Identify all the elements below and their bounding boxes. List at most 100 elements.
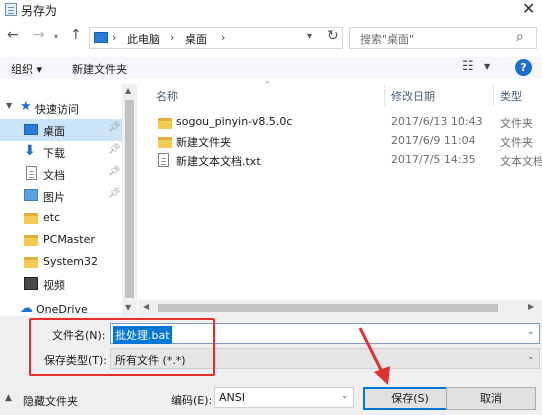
breadcrumb-separator-icon[interactable]: › xyxy=(221,31,225,44)
recent-chevron-icon[interactable]: ▾ xyxy=(54,32,58,41)
document-icon xyxy=(26,166,37,180)
file-row[interactable]: 新建文本文档.txt 2017/7/5 14:35 文本文档 xyxy=(138,150,542,170)
sidebar-item-pictures[interactable]: 图片 📌︎ xyxy=(0,185,122,207)
pin-icon[interactable]: 📌︎ xyxy=(108,122,121,133)
file-row[interactable]: sogou_pinyin-v8.5.0c 2017/6/13 10:43 文件夹 xyxy=(138,112,542,132)
column-header-type[interactable]: 类型 xyxy=(500,88,522,104)
column-divider[interactable] xyxy=(493,84,494,106)
sidebar-item-label: 图片 xyxy=(43,191,65,204)
file-name: sogou_pinyin-v8.5.0c xyxy=(176,115,293,128)
sidebar-item-desktop[interactable]: 桌面 📌︎ xyxy=(0,119,122,141)
up-arrow-icon[interactable]: ↑ xyxy=(70,27,82,43)
file-type: 文件夹 xyxy=(500,136,533,149)
title-bar: 另存为 ✕ xyxy=(0,0,542,20)
pin-icon[interactable]: 📌︎ xyxy=(108,144,121,155)
scroll-up-icon[interactable]: ▲ xyxy=(125,86,131,95)
annotation-arrow-icon xyxy=(358,327,390,385)
help-icon[interactable]: ? xyxy=(515,59,532,76)
back-arrow-icon[interactable]: ← xyxy=(7,27,19,43)
window-title: 另存为 xyxy=(21,4,58,18)
folder-icon xyxy=(24,257,38,268)
search-icon[interactable]: ⌕ xyxy=(516,29,524,45)
pin-icon[interactable]: 📌︎ xyxy=(108,166,121,177)
organize-button[interactable]: 组织 ▾ xyxy=(11,61,42,77)
sidebar-item-quick-access[interactable]: ▼ ★ 快速访问 xyxy=(0,97,122,119)
breadcrumb-this-pc[interactable]: 此电脑 xyxy=(127,31,160,47)
new-folder-button[interactable]: 新建文件夹 xyxy=(72,61,127,77)
filename-dropdown-icon[interactable]: ⌄ xyxy=(527,327,535,337)
encoding-dropdown-icon[interactable]: ⌄ xyxy=(341,391,349,401)
sidebar-item-pcmaster[interactable]: PCMaster xyxy=(0,229,122,251)
sidebar-item-label: PCMaster xyxy=(43,233,95,246)
picture-icon xyxy=(24,189,38,201)
breadcrumb-separator-icon[interactable]: › xyxy=(112,31,116,44)
view-options-icon[interactable]: ☷ xyxy=(462,59,474,74)
sidebar-item-documents[interactable]: 文档 📌︎ xyxy=(0,163,122,185)
file-list: 名称 修改日期 类型 sogou_pinyin-v8.5.0c 2017/6/1… xyxy=(138,84,542,316)
encoding-label: 编码(E): xyxy=(171,394,213,407)
sidebar-item-onedrive[interactable]: ☁ OneDrive xyxy=(0,299,122,317)
pin-icon[interactable]: 📌︎ xyxy=(108,188,121,199)
column-header-date[interactable]: 修改日期 xyxy=(391,88,435,104)
forward-arrow-icon[interactable]: → xyxy=(33,27,45,43)
encoding-value: ANSI xyxy=(219,391,245,404)
file-name: 新建文件夹 xyxy=(176,136,231,149)
address-bar[interactable]: › 此电脑 › 桌面 › xyxy=(89,27,343,49)
sidebar-item-downloads[interactable]: ⬇ 下载 📌︎ xyxy=(0,141,122,163)
sidebar-item-label: 视频 xyxy=(43,279,65,292)
folder-icon xyxy=(158,118,172,129)
search-box[interactable]: 搜索"桌面" ⌕ xyxy=(349,27,537,49)
download-icon: ⬇ xyxy=(24,143,36,159)
collapse-chevron-icon[interactable]: ▲ xyxy=(5,393,12,403)
sidebar-item-label: 桌面 xyxy=(43,125,65,138)
text-file-icon xyxy=(158,153,169,167)
sidebar-item-label: 文档 xyxy=(43,169,65,182)
scroll-right-icon[interactable]: ▶ xyxy=(528,302,534,311)
command-toolbar: 组织 ▾ 新建文件夹 ☷ ▼ ? xyxy=(0,57,542,79)
encoding-select[interactable]: ANSI ⌄ xyxy=(214,387,354,408)
breadcrumb-separator-icon[interactable]: › xyxy=(170,31,174,44)
sidebar-item-label: 下载 xyxy=(43,147,65,160)
sidebar-item-label: OneDrive xyxy=(36,303,88,316)
file-modified: 2017/6/13 10:43 xyxy=(391,115,483,128)
cancel-button[interactable]: 取消 xyxy=(446,387,536,410)
scroll-down-icon[interactable]: ▼ xyxy=(125,303,131,312)
navigation-pane: ▼ ★ 快速访问 桌面 📌︎ ⬇ 下载 📌︎ 文档 📌︎ 图片 📌︎ etc P… xyxy=(0,84,137,316)
scroll-left-icon[interactable]: ◀ xyxy=(143,302,149,311)
save-dialog-icon xyxy=(5,3,17,16)
breadcrumb-desktop[interactable]: 桌面 xyxy=(185,31,207,47)
expand-chevron-icon[interactable]: ▼ xyxy=(6,101,12,110)
close-icon[interactable]: ✕ xyxy=(522,0,535,18)
view-dropdown-icon[interactable]: ▼ xyxy=(484,62,490,71)
file-list-horizontal-scrollbar[interactable]: ◀ ▶ xyxy=(138,300,542,316)
scrollbar-thumb[interactable] xyxy=(158,304,498,312)
file-modified: 2017/6/9 11:04 xyxy=(391,134,476,147)
video-icon xyxy=(24,277,38,290)
sidebar-item-etc[interactable]: etc xyxy=(0,207,122,229)
address-history-chevron-icon[interactable]: ▾ xyxy=(307,31,312,42)
folder-icon xyxy=(24,235,38,246)
refresh-icon[interactable]: ↻ xyxy=(327,28,339,44)
search-placeholder: 搜索"桌面" xyxy=(360,33,415,46)
computer-icon xyxy=(94,32,108,43)
folder-icon xyxy=(24,213,38,224)
column-header-name[interactable]: 名称 xyxy=(156,88,178,104)
navigation-scrollbar[interactable]: ▲ ▼ xyxy=(122,84,137,316)
column-divider[interactable] xyxy=(384,84,385,106)
scrollbar-thumb[interactable] xyxy=(125,100,134,298)
sidebar-item-system32[interactable]: System32 xyxy=(0,251,122,273)
hide-folders-label: 隐藏文件夹 xyxy=(23,395,78,408)
cloud-icon: ☁ xyxy=(20,301,33,316)
file-type: 文件夹 xyxy=(500,117,533,130)
save-button[interactable]: 保存(S) xyxy=(363,387,457,410)
sidebar-item-label: 快速访问 xyxy=(35,103,79,116)
annotation-highlight-box xyxy=(29,318,215,376)
sidebar-item-videos[interactable]: 视频 xyxy=(0,273,122,295)
file-name: 新建文本文档.txt xyxy=(176,155,261,168)
file-type: 文本文档 xyxy=(500,155,542,168)
file-row[interactable]: 新建文件夹 2017/6/9 11:04 文件夹 xyxy=(138,131,542,151)
file-modified: 2017/7/5 14:35 xyxy=(391,153,476,166)
filetype-dropdown-icon[interactable]: ⌄ xyxy=(527,352,535,362)
sidebar-item-label: etc xyxy=(43,211,61,224)
sidebar-item-label: System32 xyxy=(43,255,99,268)
